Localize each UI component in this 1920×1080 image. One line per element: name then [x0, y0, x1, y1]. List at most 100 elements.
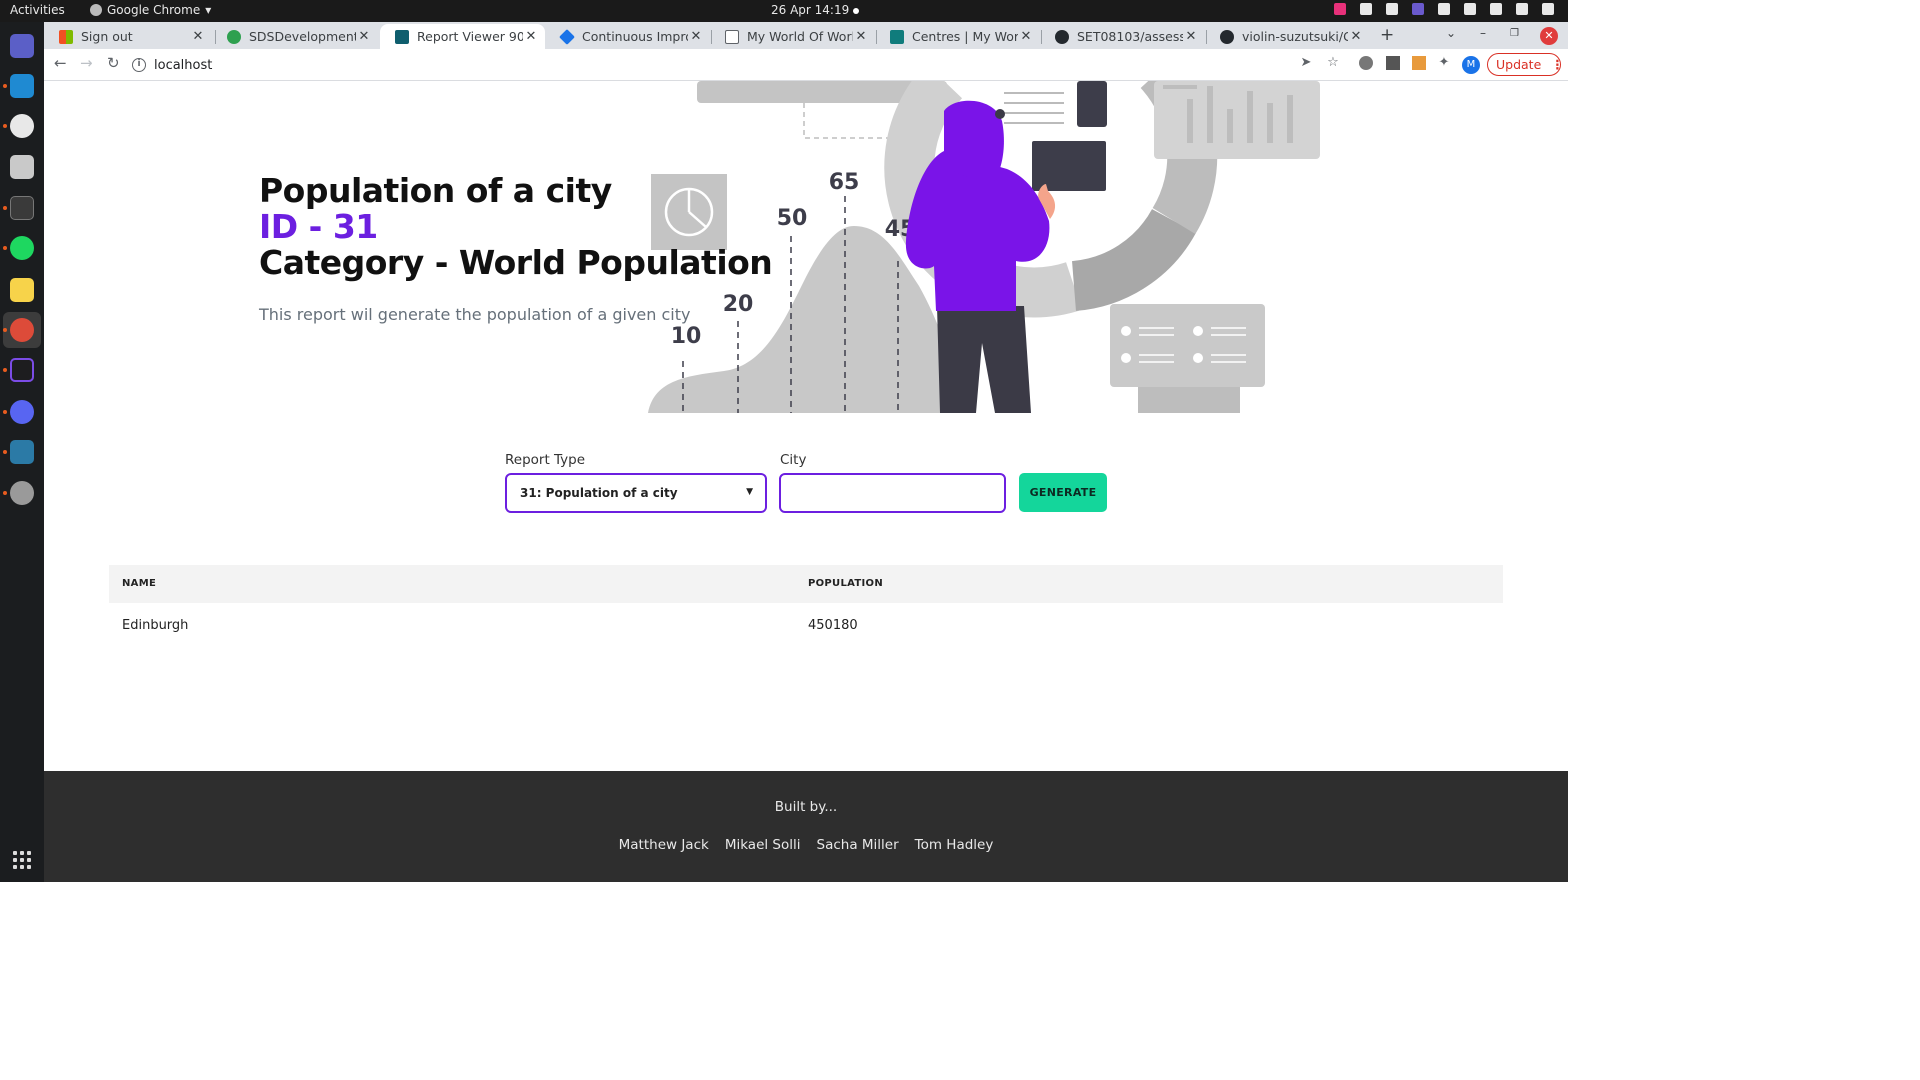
- running-indicator: [3, 450, 7, 454]
- city-input[interactable]: [779, 473, 1006, 513]
- tab-sign-out[interactable]: Sign out ✕: [44, 24, 212, 49]
- running-indicator: [3, 410, 7, 414]
- tab-title: My World Of Work -: [747, 29, 853, 44]
- update-label: Update: [1496, 57, 1542, 72]
- tab-centres[interactable]: Centres | My World c ✕: [875, 24, 1040, 49]
- screen-block: [1032, 141, 1106, 191]
- close-icon[interactable]: ✕: [853, 29, 869, 44]
- image-viewer-icon[interactable]: [10, 440, 34, 464]
- azure-favicon-icon: [227, 29, 241, 44]
- author-name: Mikael Solli: [724, 837, 801, 853]
- system-tray[interactable]: [1334, 3, 1554, 15]
- back-icon[interactable]: ←: [54, 54, 67, 72]
- report-viewer-favicon-icon: [395, 29, 409, 44]
- minimize-icon[interactable]: –: [1480, 26, 1486, 40]
- app-indicator-icon[interactable]: [1334, 3, 1346, 15]
- address-bar[interactable]: i localhost: [132, 53, 1292, 77]
- illustration-label: 10: [671, 324, 702, 349]
- terminal-icon[interactable]: [10, 196, 34, 220]
- tab-title: Sign out: [81, 29, 133, 44]
- tab-sds-development[interactable]: SDSDevelopment / ( ✕: [212, 24, 378, 49]
- extension-icon[interactable]: [1359, 56, 1373, 70]
- close-icon[interactable]: ✕: [356, 29, 372, 44]
- slack-icon[interactable]: [10, 114, 34, 138]
- extension-icon[interactable]: [1412, 56, 1426, 70]
- tab-report-viewer[interactable]: Report Viewer 9000 ✕: [380, 24, 545, 49]
- report-title: Population of a city: [259, 171, 612, 210]
- cell-name: Edinburgh: [122, 618, 189, 633]
- app-menu[interactable]: Google Chrome ▾: [90, 3, 211, 17]
- chevron-down-icon: ▾: [205, 3, 212, 17]
- generate-button[interactable]: GENERATE: [1019, 473, 1107, 512]
- github-favicon-icon: [1220, 29, 1234, 44]
- report-type-select[interactable]: 31: Population of a city ▼: [505, 473, 767, 513]
- update-button[interactable]: Update ⋮: [1487, 53, 1564, 76]
- site-info-icon[interactable]: i: [132, 58, 146, 72]
- discord-icon[interactable]: [10, 400, 34, 424]
- tab-my-world-of-work[interactable]: My World Of Work - ✕: [710, 24, 875, 49]
- author-name: Matthew Jack: [618, 837, 709, 853]
- column-header-population: POPULATION: [808, 578, 884, 589]
- tab-set08103[interactable]: SET08103/assessme ✕: [1040, 24, 1205, 49]
- reload-icon[interactable]: ↻: [107, 54, 120, 72]
- bookmark-star-icon[interactable]: ☆: [1326, 56, 1340, 70]
- close-icon[interactable]: ✕: [1018, 29, 1034, 44]
- report-description: This report wil generate the population …: [259, 305, 691, 324]
- slack-tray-icon[interactable]: [1360, 3, 1372, 15]
- close-icon[interactable]: ✕: [190, 29, 206, 44]
- close-icon[interactable]: ✕: [1183, 29, 1199, 44]
- tab-title: SET08103/assessme: [1077, 29, 1183, 44]
- activities-button[interactable]: Activities: [10, 3, 65, 17]
- teams-icon[interactable]: [10, 34, 34, 58]
- menu-kebab-icon[interactable]: ⋮: [1551, 57, 1564, 72]
- window-close-button[interactable]: ✕: [1540, 27, 1558, 45]
- close-icon[interactable]: ✕: [688, 29, 704, 44]
- clock[interactable]: 26 Apr 14:19: [771, 3, 849, 17]
- document-favicon-icon: [725, 29, 739, 44]
- vscode-icon[interactable]: [10, 74, 34, 98]
- running-indicator: [3, 491, 7, 495]
- new-tab-button[interactable]: +: [1380, 25, 1394, 45]
- files-icon[interactable]: [10, 155, 34, 179]
- app-menu-label: Google Chrome: [107, 3, 201, 17]
- profile-avatar[interactable]: M: [1462, 56, 1480, 74]
- close-icon[interactable]: ✕: [523, 29, 539, 44]
- battery-icon[interactable]: [1516, 3, 1528, 15]
- settings-icon[interactable]: [10, 481, 34, 505]
- discord-tray-icon[interactable]: [1386, 3, 1398, 15]
- send-icon[interactable]: ➤: [1299, 56, 1313, 70]
- hero-heading: Population of a city ID - 31 Category - …: [259, 171, 773, 325]
- url-text: localhost: [154, 57, 213, 73]
- tab-violin-suzutsuki[interactable]: violin-suzutsuki/GA ✕: [1205, 24, 1370, 49]
- close-icon[interactable]: ✕: [1348, 29, 1364, 44]
- power-icon[interactable]: [1542, 3, 1554, 15]
- forward-icon[interactable]: →: [80, 54, 93, 72]
- report-type-label: Report Type: [505, 452, 586, 468]
- report-type-value: 31: Population of a city: [520, 486, 678, 500]
- spotify-icon[interactable]: [10, 236, 34, 260]
- teams-tray-icon[interactable]: [1412, 3, 1424, 15]
- restore-icon[interactable]: ❐: [1510, 28, 1519, 39]
- notes-icon[interactable]: [10, 278, 34, 302]
- built-by-label: Built by...: [774, 799, 838, 815]
- extension-icon[interactable]: [1386, 56, 1400, 70]
- extensions-puzzle-icon[interactable]: ✦: [1437, 56, 1451, 70]
- browser-window: Sign out ✕ SDSDevelopment / ( ✕ Report V…: [44, 22, 1568, 882]
- volume-icon[interactable]: [1464, 3, 1476, 15]
- doc-block: [1077, 81, 1107, 127]
- author-list: Matthew Jack Mikael Solli Sacha Miller T…: [44, 837, 1568, 853]
- show-applications-icon[interactable]: [13, 851, 31, 869]
- page-content: 10 20 50 65 45 Population of a city ID -…: [44, 81, 1568, 882]
- intellij-icon[interactable]: [10, 358, 34, 382]
- tab-continuous-improvement[interactable]: Continuous Improve ✕: [545, 24, 710, 49]
- wifi-icon[interactable]: [1438, 3, 1450, 15]
- centres-favicon-icon: [890, 29, 904, 44]
- report-category: Category - World Population: [259, 243, 773, 282]
- chrome-dock-icon[interactable]: [10, 318, 34, 342]
- tab-title: Report Viewer 9000: [417, 29, 523, 44]
- tab-search-chevron-icon[interactable]: ⌄: [1446, 26, 1456, 40]
- running-indicator: [3, 328, 7, 332]
- person-hood: [944, 100, 1004, 181]
- running-indicator: [3, 206, 7, 210]
- microphone-icon[interactable]: [1490, 3, 1502, 15]
